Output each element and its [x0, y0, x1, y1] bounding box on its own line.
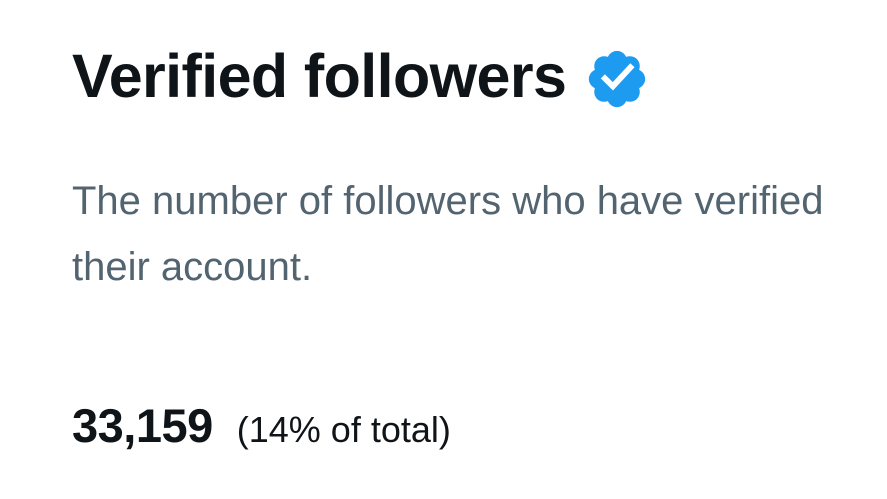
verified-followers-count: 33,159 [72, 399, 213, 452]
verified-followers-percent: (14% of total) [236, 409, 451, 450]
title-row: Verified followers [72, 40, 650, 112]
description-text: The number of followers who have verifie… [72, 179, 824, 289]
verified-followers-card: Verified followers The number of followe… [72, 0, 872, 499]
page-title: Verified followers [72, 42, 567, 110]
verified-badge-icon [584, 46, 650, 112]
stat-row: 33,159 (14% of total) [72, 398, 451, 453]
